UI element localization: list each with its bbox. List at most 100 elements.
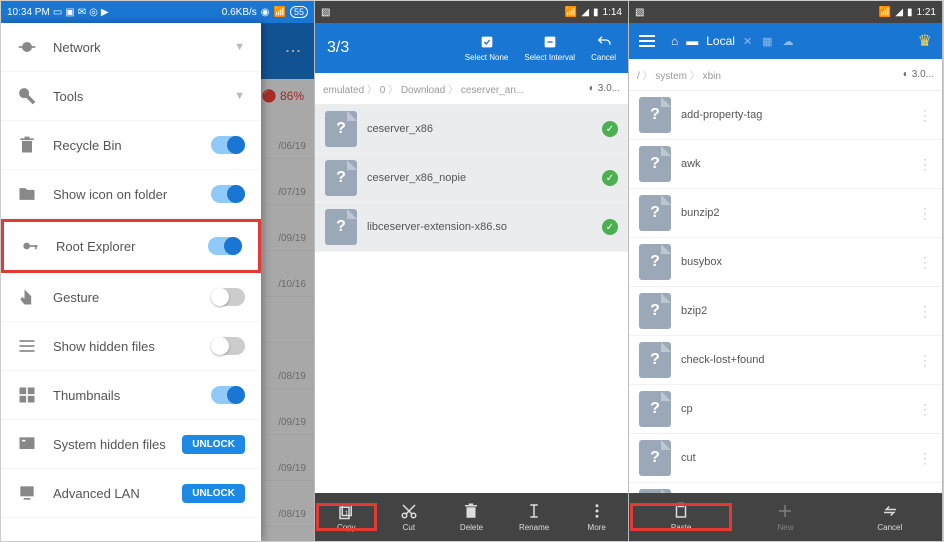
more-button[interactable]: More <box>565 502 628 532</box>
file-list[interactable]: ?add-property-tag⋮?awk⋮?bunzip2⋮? busybox… <box>629 91 942 493</box>
file-icon: ? <box>639 489 671 493</box>
crumb-segment[interactable]: xbin <box>703 71 721 82</box>
copy-icon: 1 <box>336 502 356 520</box>
net-speed: 0.6KB/s <box>222 7 257 18</box>
drawer-item-show-icon-on-folder[interactable]: Show icon on folder <box>1 170 261 219</box>
more-icon[interactable]: ⋮ <box>918 303 932 320</box>
more-icon[interactable]: ⋮ <box>918 156 932 173</box>
screen-xbin-browser: ▧ 📶 ◢ ▮ 1:21 ⌂ ▬ Local ✕ ▦ ☁ ♛ / 〉 syste… <box>629 1 943 541</box>
breadcrumb[interactable]: / 〉 system 〉 xbin ◐ 3.0... <box>629 59 942 91</box>
drawer-item-root-explorer[interactable]: Root Explorer <box>1 219 261 273</box>
select-none-button[interactable]: Select None <box>465 34 509 62</box>
toggle-switch[interactable] <box>211 185 245 203</box>
file-row[interactable]: ?bzip2⋮ <box>629 287 942 336</box>
file-name: busybox <box>681 256 908 268</box>
close-icon[interactable]: ✕ <box>743 35 752 48</box>
signal-icon: ◢ <box>895 7 903 18</box>
file-name: libceserver-extension-x86.so <box>367 221 592 233</box>
minus-icon <box>540 34 560 50</box>
more-icon[interactable]: ⋮ <box>918 254 932 271</box>
lan-icon <box>17 483 37 503</box>
drawer-item-thumbnails[interactable]: Thumbnails <box>1 371 261 420</box>
cancel-button[interactable]: Cancel <box>591 34 616 62</box>
file-icon: ? <box>639 195 671 231</box>
more-icon[interactable]: ⋮ <box>918 205 932 222</box>
cloud-icon[interactable]: ☁ <box>783 35 794 48</box>
file-row[interactable]: ?ceserver_x86_nopie✓ <box>315 154 628 203</box>
storage-indicator: ◐ 3.0... <box>589 83 620 94</box>
grid-icon[interactable]: ▦ <box>762 35 772 48</box>
file-row[interactable]: ?check-lost+found⋮ <box>629 336 942 385</box>
file-row[interactable]: ?ceserver_x86✓ <box>315 105 628 154</box>
toggle-switch[interactable] <box>211 386 245 404</box>
rename-button[interactable]: Rename <box>503 502 566 532</box>
crumb-segment[interactable]: emulated <box>323 85 364 96</box>
more-icon[interactable]: ⋮ <box>918 401 932 418</box>
battery-icon: 55 <box>290 6 308 18</box>
home-icon[interactable]: ⌂ <box>671 34 678 48</box>
new-button[interactable]: New <box>733 502 837 532</box>
cut-icon <box>399 502 419 520</box>
crumb-segment[interactable]: ceserver_an... <box>461 85 524 96</box>
status-bar: ▧ 📶 ◢ ▮ 1:14 <box>315 1 628 23</box>
cut-button[interactable]: Cut <box>378 502 441 532</box>
cancel-button[interactable]: Cancel <box>838 502 942 532</box>
more-icon[interactable]: ⋮ <box>918 107 932 124</box>
location-header: ⌂ ▬ Local ✕ ▦ ☁ ♛ <box>629 23 942 59</box>
mail-icon: ✉ <box>78 7 86 18</box>
wifi-icon: ◉ <box>261 7 270 18</box>
more-icon[interactable]: ⋮ <box>918 450 932 467</box>
crown-icon[interactable]: ♛ <box>918 31 932 51</box>
drawer-item-show-hidden-files[interactable]: Show hidden files <box>1 322 261 371</box>
file-row[interactable]: ?busybox⋮ <box>629 238 942 287</box>
wifi-icon: 📶 <box>565 7 577 18</box>
settings-drawer: Network▼Tools▼Recycle BinShow icon on fo… <box>1 23 261 541</box>
delete-button[interactable]: Delete <box>440 502 503 532</box>
file-row[interactable]: ?libceserver-extension-x86.so✓ <box>315 203 628 252</box>
toggle-switch[interactable] <box>208 237 242 255</box>
file-name: cp <box>681 403 908 415</box>
toggle-switch[interactable] <box>211 337 245 355</box>
drawer-item-tools[interactable]: Tools▼ <box>1 72 261 121</box>
toggle-switch[interactable] <box>211 288 245 306</box>
drawer-item-gesture[interactable]: Gesture <box>1 273 261 322</box>
file-row[interactable]: ?cp⋮ <box>629 385 942 434</box>
unlock-button[interactable]: UNLOCK <box>182 435 245 454</box>
sdcard-icon[interactable]: ▬ <box>686 34 698 48</box>
time-label: 10:34 PM <box>7 7 50 18</box>
location-label[interactable]: Local <box>706 34 735 48</box>
more-icon[interactable]: ⋮ <box>918 352 932 369</box>
file-icon: ? <box>639 97 671 133</box>
toggle-switch[interactable] <box>211 136 245 154</box>
drawer-item-network[interactable]: Network▼ <box>1 23 261 72</box>
selection-header: 3/3 Select NoneSelect IntervalCancel <box>315 23 628 73</box>
drawer-item-advanced-lan[interactable]: Advanced LANUNLOCK <box>1 469 261 518</box>
drawer-item-recycle-bin[interactable]: Recycle Bin <box>1 121 261 170</box>
file-row[interactable]: ?dexdump⋮ <box>629 483 942 493</box>
trash-icon <box>17 135 37 155</box>
cursor-icon <box>524 502 544 520</box>
crumb-segment[interactable]: Download <box>401 85 445 96</box>
file-row[interactable]: ?cut⋮ <box>629 434 942 483</box>
dashboard-icon <box>17 37 37 57</box>
breadcrumb[interactable]: emulated 〉 0 〉 Download 〉 ceserver_an...… <box>315 73 628 105</box>
check-icon: ✓ <box>602 219 618 235</box>
hamburger-icon[interactable] <box>639 35 655 47</box>
select-interval-button[interactable]: Select Interval <box>524 34 575 62</box>
file-row[interactable]: ?add-property-tag⋮ <box>629 91 942 140</box>
drawer-item-label: Root Explorer <box>56 239 192 254</box>
file-row[interactable]: ?bunzip2⋮ <box>629 189 942 238</box>
bottom-toolbar: PasteNewCancel <box>629 493 942 541</box>
copy-button[interactable]: 1Copy <box>315 502 378 532</box>
paste-button[interactable]: Paste <box>629 502 733 532</box>
unlock-button[interactable]: UNLOCK <box>182 484 245 503</box>
image-icon: ▧ <box>635 7 644 18</box>
file-row[interactable]: ?awk⋮ <box>629 140 942 189</box>
file-name: ceserver_x86 <box>367 123 592 135</box>
signal-icon: ◢ <box>581 7 589 18</box>
drawer-item-system-hidden-files[interactable]: System hidden filesUNLOCK <box>1 420 261 469</box>
chevron-down-icon: ▼ <box>234 41 245 53</box>
crumb-segment[interactable]: system <box>655 71 687 82</box>
file-list[interactable]: ?ceserver_x86✓?ceserver_x86_nopie✓?libce… <box>315 105 628 493</box>
storage-indicator: ◐ 3.0... <box>903 69 934 80</box>
